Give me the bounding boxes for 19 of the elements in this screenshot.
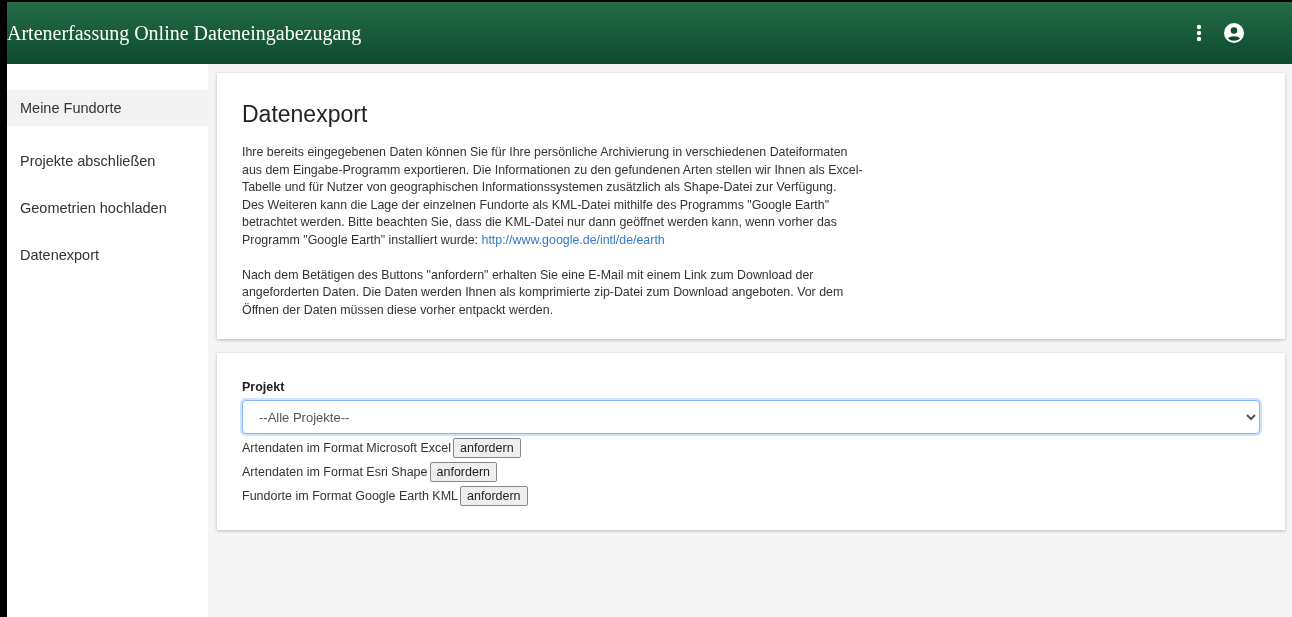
app-title: Artenerfassung Online Dateneingabezugang [7, 21, 363, 45]
export-label: Artendaten im Format Esri Shape [242, 465, 428, 480]
intro-paragraph: Ihre bereits eingegebenen Daten können Sie für Ihre persönliche Archivierung in verschiedenen Dateiformaten aus dem Eingabe-Programm exportieren. Die Informationen zu den gefundenen Arten stellen wir Ihnen als Excel- Tabelle und für Nutzer von geographischen Informationssystemen zusätzlich als Shape-Datei zur Verfügung. Des Weiteren kann die Lage der einzelnen Fundorte als KML-Datei mithilfe des Programms "Google Earth" betrachtet werden. Bitte beachten Sie, dass die KML-Datei nur dann geöffnet werden kann, wenn vorher das Programm "Google Earth" installiert wurde: http://www.google.de/intl/de/earth [242, 144, 864, 249]
export-label: Fundorte im Format Google Earth KML [242, 489, 459, 504]
earth-link[interactable]: http://www.google.de/intl/de/earth [481, 232, 665, 247]
account-icon[interactable] [1224, 23, 1244, 43]
request-button[interactable]: anfordern [453, 438, 521, 459]
sidebar-item[interactable]: Geometrien hochladen [7, 185, 208, 232]
request-button[interactable]: anfordern [460, 486, 528, 507]
sidebar-item[interactable]: Datenexport [7, 232, 208, 279]
sidebar-item[interactable]: Meine Fundorte [7, 90, 208, 126]
page-heading: Datenexport [242, 101, 369, 128]
project-select[interactable]: --Alle Projekte-- [242, 400, 1260, 435]
sidebar-item[interactable]: Projekte abschließen [7, 138, 208, 185]
more-menu-icon[interactable] [1196, 24, 1202, 42]
request-button[interactable]: anfordern [429, 462, 497, 483]
export-label: Artendaten im Format Microsoft Excel [242, 441, 452, 456]
field-label: Projekt [242, 380, 285, 395]
download-paragraph: Nach dem Betätigen des Buttons "anfordern" erhalten Sie eine E-Mail mit einem Link zum Download der angeforderten Daten. Die Daten werden Ihnen als komprimierte zip-Datei zum Download angeboten. Vor dem Öffnen der Daten müssen diese vorher entpackt werden. [242, 266, 845, 319]
